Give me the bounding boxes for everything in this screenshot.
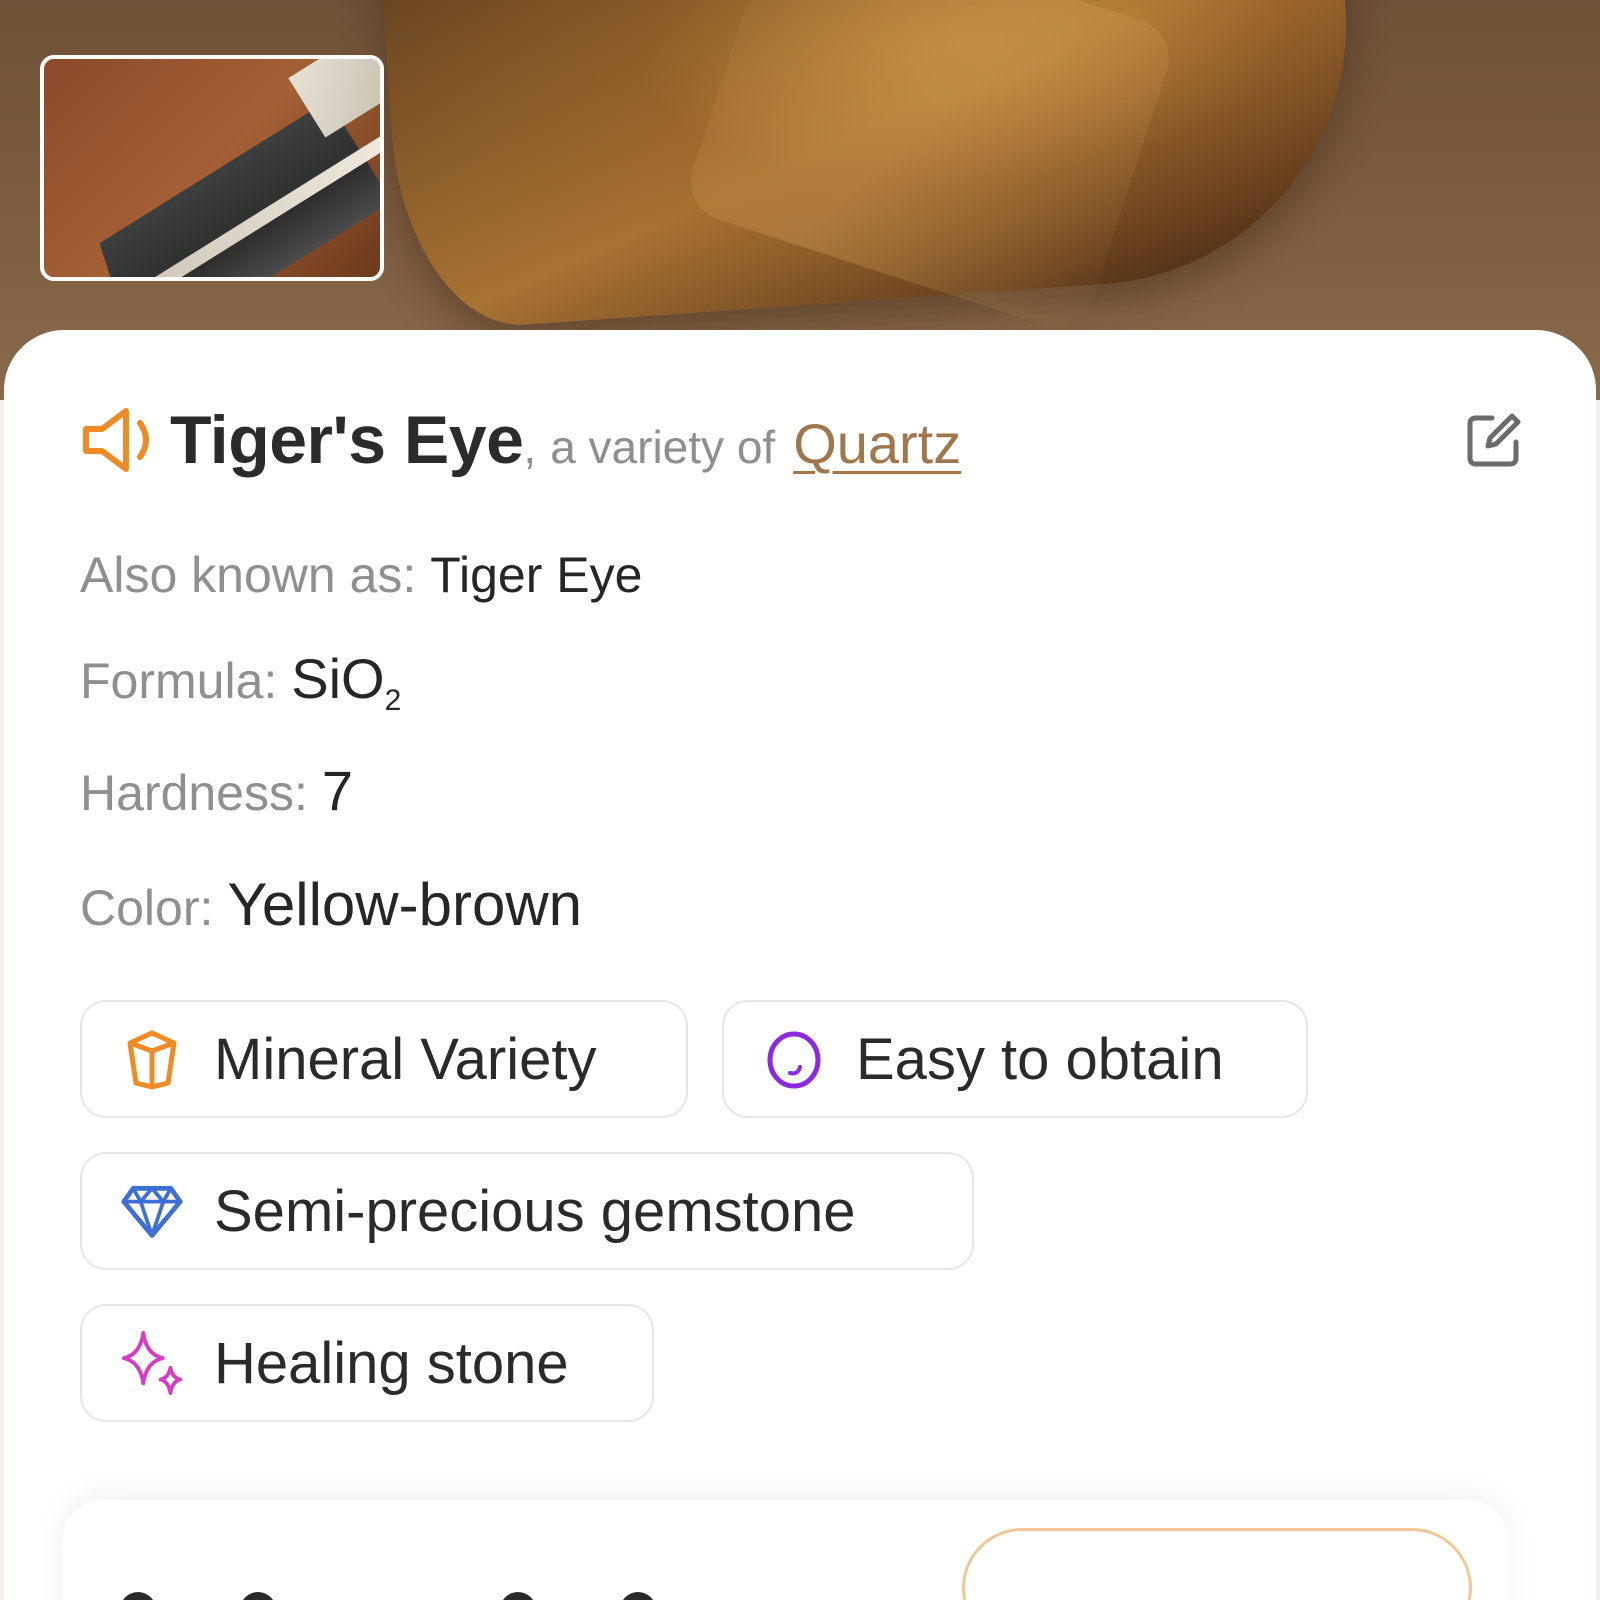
aka-row: Also known as: Tiger Eye: [80, 546, 642, 604]
tag-healing-stone[interactable]: Healing stone: [80, 1304, 654, 1422]
tag-label: Easy to obtain: [856, 1026, 1224, 1092]
edit-button[interactable]: [1466, 412, 1526, 472]
formula-row: Formula: SiO2: [80, 646, 401, 718]
next-section-button[interactable]: [962, 1528, 1472, 1600]
tag-semi-precious-gemstone[interactable]: Semi-precious gemstone: [80, 1152, 974, 1270]
tag-easy-to-obtain[interactable]: Easy to obtain: [722, 1000, 1308, 1118]
hardness-label: Hardness:: [80, 765, 308, 821]
title-row: Tiger's Eye , a variety of Quartz: [80, 400, 1520, 480]
diamond-icon: [120, 1179, 184, 1243]
tag-label: Semi-precious gemstone: [214, 1178, 856, 1244]
edit-icon: [1467, 413, 1521, 467]
variety-prefix: a variety of: [550, 421, 776, 473]
mineral-name: Tiger's Eye: [170, 402, 524, 478]
tag-label: Healing stone: [214, 1330, 569, 1396]
sparkles-icon: [120, 1331, 184, 1395]
formula-subscript: 2: [384, 684, 402, 718]
crystal-icon: [120, 1027, 184, 1091]
photo-thumbnail[interactable]: [40, 55, 384, 281]
color-row: Color: Yellow-brown: [80, 870, 582, 939]
color-label: Color:: [80, 880, 214, 936]
title-text: Tiger's Eye , a variety of Quartz: [170, 401, 961, 479]
speaker-icon[interactable]: [80, 400, 170, 480]
pebble-icon: [762, 1027, 826, 1091]
formula-main: SiO: [291, 647, 385, 710]
title-separator: ,: [523, 421, 537, 473]
parent-mineral-link[interactable]: Quartz: [793, 411, 961, 476]
aka-value: Tiger Eye: [430, 547, 643, 603]
tag-label: Mineral Variety: [214, 1026, 597, 1092]
tag-mineral-variety[interactable]: Mineral Variety: [80, 1000, 688, 1118]
mineral-detail-screen: Tiger's Eye , a variety of Quartz Also k…: [0, 0, 1600, 1600]
color-value: Yellow-brown: [227, 871, 583, 938]
hardness-row: Hardness: 7: [80, 758, 353, 823]
formula-label: Formula:: [80, 653, 278, 709]
hardness-value: 7: [321, 759, 354, 822]
next-section-heading-cutoff: [120, 1568, 680, 1600]
formula-value: SiO2: [291, 647, 401, 717]
aka-label: Also known as:: [80, 547, 417, 603]
